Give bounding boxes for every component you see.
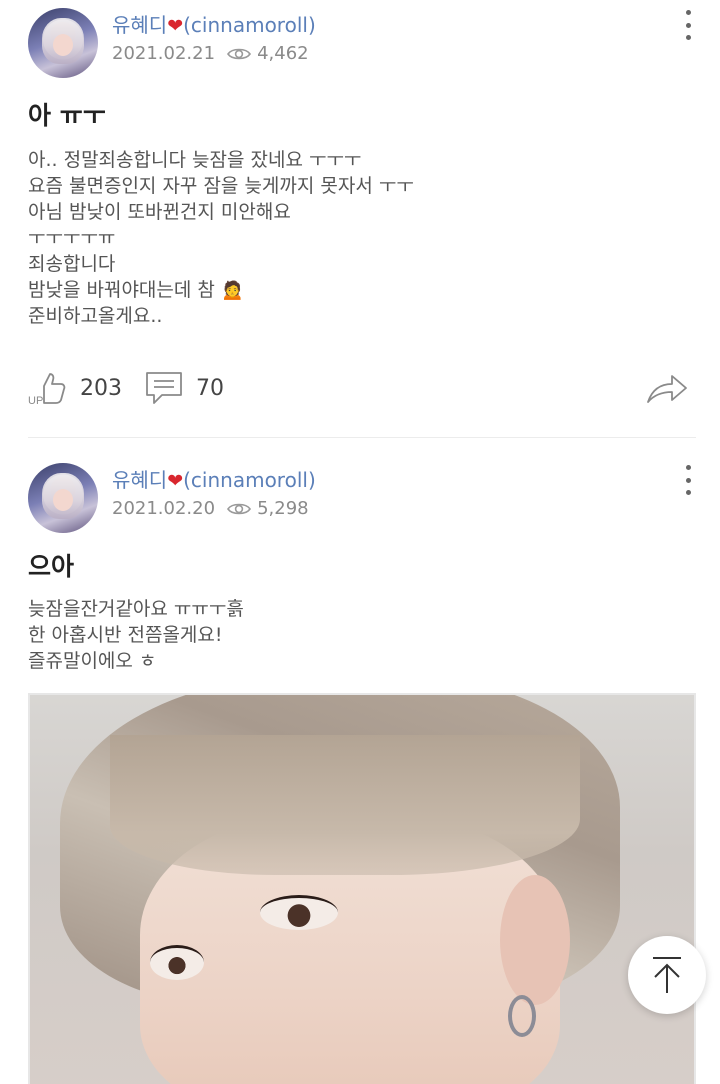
- share-button[interactable]: [646, 370, 700, 406]
- more-vertical-icon: [685, 10, 691, 15]
- post-photo[interactable]: [28, 693, 696, 1084]
- body-line: 밤낮을 바꿔야대는데 참 🙍: [28, 279, 245, 301]
- post-actions: UP 203 70: [28, 370, 696, 410]
- heart-icon: ❤: [167, 15, 184, 37]
- view-count: 5,298: [257, 498, 309, 519]
- body-line: 요즘 불면증인지 자꾸 잠을 늦게까지 못자서 ㅜㅜ: [28, 175, 414, 197]
- comment-count: 70: [196, 375, 224, 401]
- author-line[interactable]: 유혜디❤(cinnamoroll): [112, 467, 316, 494]
- post: 유혜디❤(cinnamoroll) 2021.02.20 5,298 으아 늦잠…: [28, 463, 696, 1084]
- post-meta: 2021.02.20 5,298: [112, 497, 309, 521]
- heart-icon: ❤: [167, 470, 184, 492]
- share-icon: [647, 375, 687, 403]
- view-count: 4,462: [257, 43, 309, 64]
- body-line: 즐쥬말이에오 ㅎ: [28, 650, 157, 672]
- post-title[interactable]: 아 ㅠㅜ: [28, 100, 106, 132]
- author-username[interactable]: (cinnamoroll): [183, 468, 316, 492]
- photo-eye: [260, 895, 338, 930]
- photo-bangs: [110, 735, 580, 875]
- more-vertical-icon: [685, 465, 691, 470]
- eye-icon: [227, 503, 252, 515]
- photo-earring: [508, 995, 536, 1037]
- post-date: 2021.02.21: [112, 43, 216, 64]
- author-name[interactable]: 유혜디: [112, 13, 167, 37]
- like-badge: UP: [28, 395, 43, 406]
- more-options-button[interactable]: [680, 465, 696, 495]
- eye-icon: [227, 48, 252, 60]
- comment-button[interactable]: 70: [144, 370, 224, 406]
- post-body[interactable]: 아.. 정말죄송합니다 늦잠을 잤네요 ㅜㅜㅜ 요즘 불면증인지 자꾸 잠을 늦…: [28, 147, 414, 329]
- scroll-to-top-button[interactable]: [628, 936, 706, 1014]
- post-header: 유혜디❤(cinnamoroll) 2021.02.20 5,298: [28, 463, 696, 535]
- photo-eye: [150, 945, 204, 980]
- body-line: 죄송합니다: [28, 253, 116, 275]
- body-line: 늦잠을잔거같아요 ㅠㅠㅜ흙: [28, 598, 244, 620]
- post-meta: 2021.02.21 4,462: [112, 42, 309, 66]
- like-button[interactable]: UP 203: [28, 370, 122, 406]
- like-count: 203: [80, 375, 122, 401]
- thumbs-up-icon: UP: [28, 373, 66, 406]
- author-line[interactable]: 유혜디❤(cinnamoroll): [112, 12, 316, 39]
- feed: 유혜디❤(cinnamoroll) 2021.02.21 4,462 아 ㅠㅜ …: [0, 0, 720, 1084]
- avatar[interactable]: [28, 463, 98, 533]
- body-line: 한 아홉시반 전쯤올게요!: [28, 624, 223, 646]
- post-divider: [28, 437, 696, 438]
- body-line: 준비하고올게요..: [28, 305, 163, 327]
- body-line: ㅜㅜㅜㅜㅠ: [28, 227, 116, 249]
- author-username[interactable]: (cinnamoroll): [183, 13, 316, 37]
- more-options-button[interactable]: [680, 10, 696, 40]
- photo-ear: [500, 875, 570, 1005]
- post-title[interactable]: 으아: [28, 551, 74, 583]
- body-line: 아.. 정말죄송합니다 늦잠을 잤네요 ㅜㅜㅜ: [28, 149, 362, 171]
- arrow-up-icon: [653, 957, 681, 993]
- avatar[interactable]: [28, 8, 98, 78]
- post-date: 2021.02.20: [112, 498, 216, 519]
- post-header: 유혜디❤(cinnamoroll) 2021.02.21 4,462: [28, 8, 696, 80]
- body-line: 아님 밤낮이 또바뀐건지 미안해요: [28, 201, 291, 223]
- post: 유혜디❤(cinnamoroll) 2021.02.21 4,462 아 ㅠㅜ …: [28, 8, 696, 406]
- post-body[interactable]: 늦잠을잔거같아요 ㅠㅠㅜ흙 한 아홉시반 전쯤올게요! 즐쥬말이에오 ㅎ: [28, 596, 244, 674]
- author-name[interactable]: 유혜디: [112, 468, 167, 492]
- comment-icon: [146, 372, 182, 404]
